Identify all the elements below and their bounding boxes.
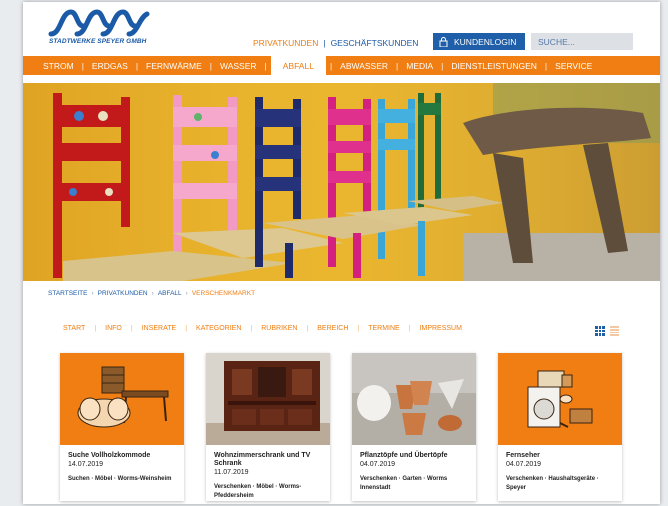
listing-card[interactable]: Suche Vollholzkommode 14.07.2019 Suchen … xyxy=(60,353,184,501)
browser-page: STADTWERKE SPEYER GMBH PRIVATKUNDEN | GESC… xyxy=(23,2,660,504)
nav-item-service[interactable]: SERVICE xyxy=(555,56,592,75)
subnav-separator: | xyxy=(250,325,253,332)
subnav-termine[interactable]: TERMINE xyxy=(368,325,400,332)
listing-date: 14.07.2019 xyxy=(68,461,104,468)
subnav-separator: | xyxy=(185,325,188,332)
listing-date: 04.07.2019 xyxy=(360,461,396,468)
nav-item-media[interactable]: MEDIA xyxy=(406,56,433,75)
customer-login-label: KUNDENLOGIN xyxy=(454,36,517,47)
nav-separator: | xyxy=(264,60,267,71)
subnav-separator: | xyxy=(357,325,360,332)
subnav-start[interactable]: START xyxy=(63,325,85,332)
swp-logo-mark xyxy=(48,9,150,37)
nav-item-abwasser[interactable]: ABWASSER xyxy=(340,56,388,75)
nav-separator: | xyxy=(544,60,548,71)
nav-separator: | xyxy=(441,60,444,71)
nav-item-strom[interactable]: STROM xyxy=(43,56,74,75)
lock-icon xyxy=(439,37,448,48)
subnav-kategorien[interactable]: KATEGORIEN xyxy=(196,325,241,332)
hero-image-painted-chairs xyxy=(23,83,660,281)
nav-item-wasser[interactable]: WASSER xyxy=(220,56,257,75)
subnav-inserate[interactable]: INSERATE xyxy=(142,325,177,332)
subnav-separator: | xyxy=(94,325,97,332)
nav-separator: | xyxy=(135,60,139,71)
subnav-separator: | xyxy=(306,325,309,332)
listing-title: Pflanztöpfe und Übertöpfe xyxy=(360,452,448,459)
listing-title: Suche Vollholzkommode xyxy=(68,452,151,459)
listing-tags: Verschenken · Haushaltsgeräte · Speyer xyxy=(506,476,599,491)
audience-separator: | xyxy=(323,38,326,48)
listing-image-wall-cabinet xyxy=(206,353,330,445)
breadcrumb-startseite[interactable]: STARTSEITE xyxy=(48,290,88,297)
subnav-separator: | xyxy=(408,325,411,332)
listing-tags: Verschenken · Möbel · Worms-Pfeddersheim xyxy=(214,484,302,499)
nav-item-erdgas[interactable]: ERDGAS xyxy=(92,56,128,75)
search-input[interactable] xyxy=(531,33,633,50)
nav-separator: | xyxy=(209,60,212,71)
audience-private-link[interactable]: PRIVATKUNDEN xyxy=(253,38,318,48)
logo-text: STADTWERKE SPEYER GMBH xyxy=(49,38,147,45)
breadcrumb-separator: › xyxy=(151,290,154,297)
audience-business-link[interactable]: GESCHÄFTSKUNDEN xyxy=(331,38,419,48)
breadcrumb: STARTSEITE › PRIVATKUNDEN › ABFALL › VERSCHENK… xyxy=(48,290,255,297)
view-toggle xyxy=(595,326,619,336)
listing-image-flower-pots xyxy=(352,353,476,445)
list-view-icon[interactable] xyxy=(610,326,619,336)
subnav-separator: | xyxy=(130,325,133,332)
listing-tags: Verschenken · Garten · Worms Innenstadt xyxy=(360,476,448,491)
breadcrumb-separator: › xyxy=(185,290,188,297)
nav-item-fernwaerme[interactable]: FERNWÄRME xyxy=(146,56,202,75)
listing-image-appliances xyxy=(498,353,622,445)
subnav-rubriken[interactable]: RUBRIKEN xyxy=(261,325,297,332)
nav-item-abfall[interactable]: ABFALL xyxy=(270,56,326,75)
breadcrumb-separator: › xyxy=(91,290,94,297)
listing-card[interactable]: Wohnzimmerschrank und TV Schrank 11.07.2… xyxy=(206,353,330,501)
listing-card[interactable]: Pflanztöpfe und Übertöpfe 04.07.2019 Ver… xyxy=(352,353,476,501)
subnav-impressum[interactable]: IMPRESSUM xyxy=(420,325,462,332)
listing-date: 11.07.2019 xyxy=(214,469,249,476)
grid-view-icon[interactable] xyxy=(595,326,605,336)
nav-separator: | xyxy=(396,60,399,71)
listing-title: Fernseher xyxy=(506,452,540,459)
nav-item-dienstleistungen[interactable]: DIENSTLEISTUNGEN xyxy=(451,56,537,75)
nav-separator: | xyxy=(329,60,333,71)
breadcrumb-current: VERSCHENKMARKT xyxy=(191,290,256,297)
listing-title: Wohnzimmerschrank und TV Schrank xyxy=(214,452,311,467)
customer-login-button[interactable]: KUNDENLOGIN xyxy=(433,33,525,50)
breadcrumb-abfall[interactable]: ABFALL xyxy=(158,290,182,297)
sub-navigation: START | INFO | INSERATE | KATEGORIEN | RUBRI… xyxy=(63,325,462,332)
main-navigation: STROM | ERDGAS | FERNWÄRME | WASSER | AB… xyxy=(23,56,660,75)
subnav-info[interactable]: INFO xyxy=(105,325,122,332)
nav-separator: | xyxy=(81,60,84,71)
listing-image-furniture xyxy=(60,353,184,445)
breadcrumb-privatkunden[interactable]: PRIVATKUNDEN xyxy=(98,290,148,297)
listing-tags: Suchen · Möbel · Worms-Weinsheim xyxy=(68,476,172,482)
listing-card[interactable]: Fernseher 04.07.2019 Verschenken · Haush… xyxy=(498,353,622,501)
listing-date: 04.07.2019 xyxy=(506,461,542,468)
subnav-bereich[interactable]: BEREICH xyxy=(317,325,348,332)
audience-switch: PRIVATKUNDEN | GESCHÄFTSKUNDEN xyxy=(253,38,418,48)
